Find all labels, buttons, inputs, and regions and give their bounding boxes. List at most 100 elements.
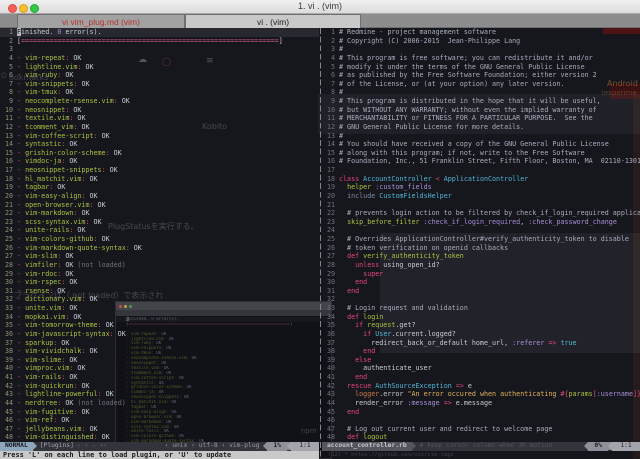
line-number: 36	[4, 329, 13, 338]
buffer-line: 39 else	[322, 356, 640, 365]
buffer-line: 32	[322, 295, 640, 304]
buffer-line: 26 # token verification on openid callba…	[322, 244, 640, 253]
tab-vi-current[interactable]: vi . (vim)	[185, 14, 361, 28]
line-number: 22	[326, 209, 335, 218]
buffer-line: 22 # prevents login action to be filtere…	[322, 209, 640, 218]
line-number: 8	[8, 88, 13, 97]
buffer-line: 47 # Log out current user and redirect t…	[322, 425, 640, 434]
line-number: 28	[326, 260, 335, 269]
line-number: 47	[326, 424, 335, 433]
buffer-line: 41 end	[322, 373, 640, 382]
line-number: 44	[326, 398, 335, 407]
line-number: 16	[4, 157, 13, 166]
line-number: 30	[4, 278, 13, 287]
line-number: 44	[4, 398, 13, 407]
buffer-line: 42- vim-quickrun: OK	[0, 382, 319, 391]
buffer-line: 40- vimproc.vim: OK	[0, 364, 319, 373]
line-number: 36	[326, 329, 335, 338]
line-number: 16	[326, 157, 335, 166]
line-number: 1	[330, 28, 335, 36]
line-number: 23	[326, 217, 335, 226]
buffer-line: 6 # as published by the Free Software Fou…	[322, 71, 640, 80]
buffer-line: 37 redirect_back_or_default home_url, :r…	[322, 339, 640, 348]
line-number: 23	[4, 217, 13, 226]
scroll-percent: 1%	[267, 442, 287, 451]
line-number: 21	[326, 200, 335, 209]
buffer-line: 9 # This program is distributed in the ho…	[322, 97, 640, 106]
buffer-line: 7- vim-snippets: OK	[0, 80, 319, 89]
buffer-line: 11- textile.vim: OK	[0, 114, 319, 123]
line-number: 10	[326, 105, 335, 114]
line-number: 46	[4, 416, 13, 425]
line-number: 7	[8, 79, 13, 88]
line-number: 30	[326, 278, 335, 287]
line-number: 31	[326, 286, 335, 295]
buffer-line: 31- rsense: OK	[0, 287, 319, 296]
vim-left-pane[interactable]: 1 Finished. 0 error(s). 2 [================…	[0, 28, 319, 459]
line-number: 4	[330, 53, 335, 62]
buffer-line: 5- lightline.vim: OK	[0, 63, 319, 72]
terminal-window: 1. vi . (vim) vi vim_plug.md (vim) vi . …	[0, 0, 640, 459]
line-number: 37	[4, 338, 13, 347]
line-number: 48	[326, 433, 335, 442]
vim-right-pane[interactable]: 1 # Redmine - project management software…	[322, 28, 640, 459]
line-number: 26	[326, 243, 335, 252]
pane-separator[interactable]	[319, 28, 322, 459]
line-number: 11	[4, 114, 13, 123]
line-number: 7	[330, 79, 335, 88]
buffer-line: 19- tagbar: OK	[0, 183, 319, 192]
line-number: 29	[326, 269, 335, 278]
buffer-line: 38 end	[322, 347, 640, 356]
line-number: 40	[4, 364, 13, 373]
line-number: 20	[4, 191, 13, 200]
cursor-position: 1:1	[291, 442, 319, 451]
line-number: 41	[326, 373, 335, 381]
line-number: 42	[326, 381, 335, 390]
left-statusline: NORMAL [Plugins] - › - ›› ‹ unix ‹ utf-8…	[0, 442, 319, 451]
buffer-line: 31 end	[322, 287, 640, 296]
line-number: 34	[4, 312, 13, 321]
buffer-line: 15- grishin-color-scheme: OK	[0, 149, 319, 158]
line-number: 39	[326, 355, 335, 364]
buffer-line: 48- vim-distinguished: OK	[0, 433, 319, 442]
buffer-line: 1 Finished. 0 error(s).	[0, 28, 319, 37]
line-number: 29	[4, 269, 13, 278]
line-number: 17	[326, 166, 335, 174]
buffer-line: 35- vim-tomorrow-theme: OK	[0, 321, 319, 330]
line-number: 27	[326, 252, 335, 261]
line-number: 39	[4, 355, 13, 364]
background-text-ghost: # keep cursor column when JK motion	[419, 442, 553, 449]
buffer-line: 1 # Redmine - project management software	[322, 28, 640, 37]
line-number: 15	[4, 148, 13, 157]
buffer-line: 24	[322, 226, 640, 235]
buffer-line: 36 if User.current.logged?	[322, 330, 640, 339]
line-number: 6	[330, 71, 335, 80]
line-number: 6	[8, 71, 13, 80]
buffer-line: 20 include CustomFieldsHelper	[322, 192, 640, 201]
buffer-line: 21	[322, 201, 640, 210]
line-number: 4	[8, 53, 13, 62]
buffer-line: 12- tcomment_vim: OK	[0, 123, 319, 132]
line-number: 1	[8, 28, 13, 36]
buffer-line: 46- vim-ref: OK	[0, 416, 319, 425]
line-number: 15	[326, 148, 335, 157]
buffer-line: 25- vim-colors-github: OK	[0, 235, 319, 244]
buffer-line: 29- vim-rdoc: OK	[0, 270, 319, 279]
line-number: 43	[4, 390, 13, 399]
line-number: 13	[326, 131, 335, 140]
line-number: 26	[4, 243, 13, 252]
line-number: 46	[326, 416, 335, 425]
buffer-line: 8- vim-tmux: OK	[0, 88, 319, 97]
buffer-line: 33 # Login request and validation	[322, 304, 640, 313]
tab-bar-rest	[361, 14, 640, 28]
line-number: 45	[4, 407, 13, 416]
buffer-line: 43- lightline-powerful: OK	[0, 390, 319, 399]
buffer-line: 6- vim-ruby: OK	[0, 71, 319, 80]
tab-vim-plug[interactable]: vi vim_plug.md (vim)	[17, 14, 185, 28]
line-number: 43	[326, 390, 335, 399]
buffer-line: 32- dictionary.vim: OK	[0, 295, 319, 304]
line-number: 38	[326, 347, 335, 356]
line-number: 32	[326, 295, 335, 304]
buffer-line: 14- syntastic: OK	[0, 140, 319, 149]
line-number: 24	[326, 226, 335, 235]
